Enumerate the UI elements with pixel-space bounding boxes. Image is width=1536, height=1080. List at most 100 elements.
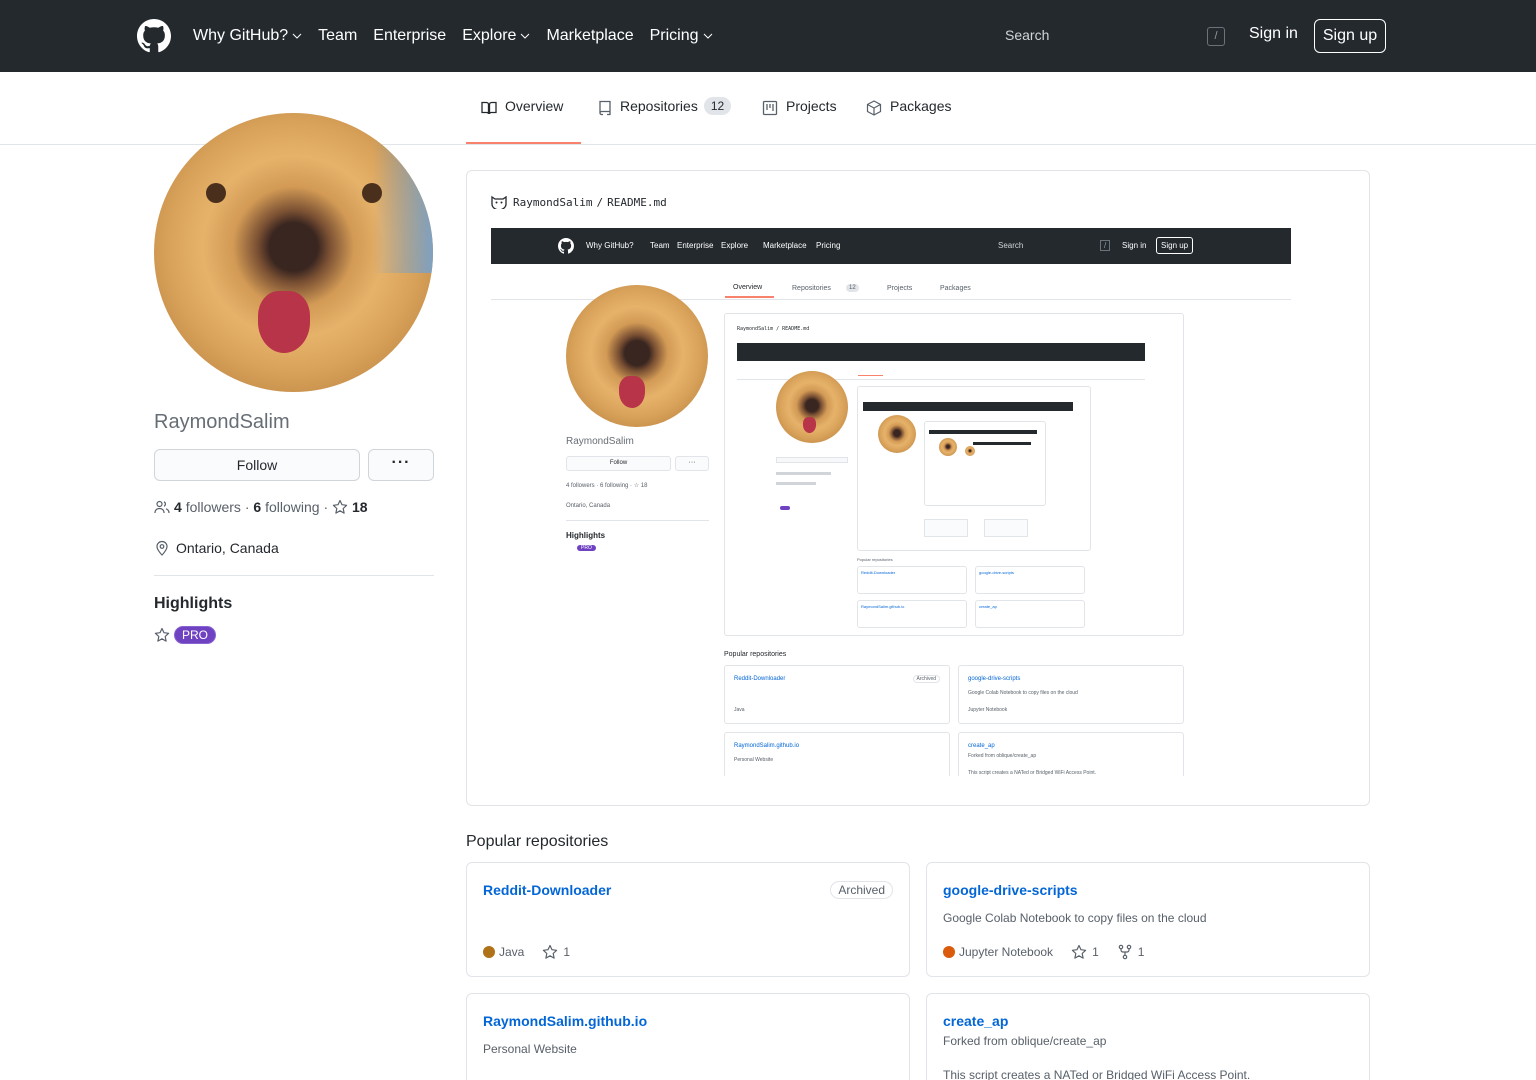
mini-repo-reddit-name: Reddit-Downloader: [734, 676, 786, 682]
repo-name-link[interactable]: Reddit-Downloader: [483, 882, 611, 898]
nav-explore-label: Explore: [462, 27, 517, 44]
stars-count[interactable]: 18: [352, 499, 368, 515]
sign-up-button[interactable]: Sign up: [1314, 19, 1386, 53]
readme-screenshot-image: Why GitHub? Team Enterprise Explore Mark…: [491, 228, 1291, 776]
repo-meta: Jupyter Notebook 1 1: [943, 944, 1144, 960]
tab-packages-label: Packages: [890, 98, 952, 114]
package-icon: [866, 100, 882, 116]
repo-card-raymondsalim-github-io: RaymondSalim.github.io Personal Website: [466, 993, 910, 1080]
mini-username: RaymondSalim: [566, 436, 634, 447]
nav-why-github[interactable]: Why GitHub?: [193, 27, 302, 45]
mini-location: Ontario, Canada: [566, 503, 611, 509]
mini2-header: [737, 343, 1145, 361]
mini-repo-drive: google-drive-scripts Google Colab Notebo…: [958, 665, 1184, 724]
repo-stars[interactable]: 1: [1071, 944, 1099, 960]
mini-repo-createap-forked: Forked from oblique/create_ap: [968, 753, 1037, 759]
repo-description: Google Colab Notebook to copy files on t…: [943, 911, 1207, 925]
repo-name-link[interactable]: google-drive-scripts: [943, 882, 1078, 898]
language-color-dot: [943, 946, 955, 958]
readme-owner[interactable]: RaymondSalim: [513, 196, 592, 209]
mini-avatar-tongue: [619, 376, 645, 408]
nav-enterprise-label: Enterprise: [373, 27, 447, 44]
mini-repo-site-name: RaymondSalim.github.io: [734, 743, 800, 749]
repo-name-link[interactable]: RaymondSalim.github.io: [483, 1013, 647, 1029]
more-options-button[interactable]: ···: [368, 449, 434, 481]
nav-pricing[interactable]: Pricing: [650, 27, 713, 45]
nav-marketplace-label: Marketplace: [546, 27, 634, 44]
readme-header: RaymondSalim / README.md: [491, 195, 667, 209]
mini-tab-count: 12: [846, 284, 859, 292]
search-placeholder: Search: [1005, 27, 1050, 43]
mini3-repo-1: [924, 519, 968, 537]
mini-nav-team: Team: [650, 241, 670, 250]
readme-file[interactable]: README.md: [607, 196, 667, 209]
repo-name-link[interactable]: create_ap: [943, 1013, 1008, 1029]
profile-username: RaymondSalim: [154, 411, 290, 433]
tab-repositories[interactable]: Repositories 12: [598, 97, 732, 144]
avatar-background: [373, 133, 433, 273]
mini-repo-site-desc: Personal Website: [734, 757, 774, 763]
mini3-header: [863, 402, 1073, 411]
mini-repo-createap-desc: This script creates a NATed or Bridged W…: [968, 770, 1097, 776]
mini2-repo-2-name: google-drive-scripts: [979, 570, 1014, 575]
mini2-stats: [776, 472, 831, 475]
readme-separator: /: [596, 195, 604, 209]
chevron-down-icon: [292, 33, 302, 39]
repo-stars[interactable]: 1: [542, 944, 570, 960]
repo-language: Java: [499, 945, 525, 959]
language-color-dot: [483, 946, 495, 958]
sign-in-link[interactable]: Sign in: [1249, 25, 1298, 43]
mini-repo-drive-desc: Google Colab Notebook to copy files on t…: [968, 690, 1078, 696]
avatar-eye-right: [362, 183, 382, 203]
nav-enterprise[interactable]: Enterprise: [373, 27, 446, 45]
followers-count[interactable]: 4: [174, 499, 182, 515]
repo-forked-from[interactable]: Forked from oblique/create_ap: [943, 1034, 1106, 1048]
mini-repo-reddit-badge: Archived: [912, 675, 940, 683]
tab-projects[interactable]: Projects: [762, 98, 837, 144]
mini-tab-repositories: Repositories: [792, 285, 831, 292]
readme-card: RaymondSalim / README.md Why GitHub? Tea…: [466, 170, 1370, 806]
search-input[interactable]: Search /: [990, 21, 1228, 51]
sidebar-divider: [154, 575, 434, 576]
tab-packages[interactable]: Packages: [866, 98, 951, 144]
github-logo-icon[interactable]: [137, 19, 171, 53]
nav-why-github-label: Why GitHub?: [193, 27, 289, 44]
mini-stats: 4 followers · 6 following · ☆ 18: [566, 483, 648, 489]
following-label[interactable]: following: [265, 499, 319, 515]
repo-card-reddit-downloader: Reddit-Downloader Archived Java 1: [466, 862, 910, 977]
top-header: Why GitHub? Team Enterprise Explore Mark…: [0, 0, 1536, 72]
nav-team[interactable]: Team: [318, 27, 357, 45]
mini3-repo-2: [984, 519, 1028, 537]
avatar[interactable]: [154, 113, 433, 392]
profile-location: Ontario, Canada: [154, 540, 279, 556]
nav-marketplace[interactable]: Marketplace: [546, 27, 633, 45]
mini2-repo-1: Reddit-Downloader: [857, 566, 967, 594]
mini-tab-overview: Overview: [733, 284, 763, 291]
mini-pro: PRO: [577, 545, 596, 551]
tab-overview[interactable]: Overview: [466, 98, 581, 144]
repo-language: Jupyter Notebook: [959, 945, 1054, 959]
mini-repo-site: RaymondSalim.github.io Personal Website: [724, 732, 950, 776]
location-pin-icon: [156, 540, 168, 556]
following-count[interactable]: 6: [253, 499, 261, 515]
mini3-avatar: [878, 415, 916, 453]
avatar-tongue: [258, 291, 310, 353]
star-icon: [332, 499, 348, 514]
repo-stars-count: 1: [563, 945, 571, 959]
highlights-title: Highlights: [154, 595, 233, 612]
mini-slash: /: [1100, 240, 1111, 251]
repo-card-google-drive-scripts: google-drive-scripts Google Colab Notebo…: [926, 862, 1370, 977]
follow-button[interactable]: Follow: [154, 449, 360, 481]
mini-repo-createap: create_ap Forked from oblique/create_ap …: [958, 732, 1184, 776]
repo-forks[interactable]: 1: [1117, 944, 1144, 960]
repositories-count-badge: 12: [703, 97, 732, 115]
followers-label[interactable]: followers: [186, 499, 241, 515]
pro-badge[interactable]: PRO: [174, 626, 217, 644]
mini4-avatar: [939, 438, 957, 456]
nav-explore[interactable]: Explore: [462, 27, 530, 45]
avatar-eye-left: [206, 183, 226, 203]
mini-repo-createap-name: create_ap: [968, 743, 995, 749]
mini-search: Search: [998, 241, 1024, 250]
chevron-down-icon: [703, 33, 712, 39]
project-icon: [762, 100, 778, 116]
